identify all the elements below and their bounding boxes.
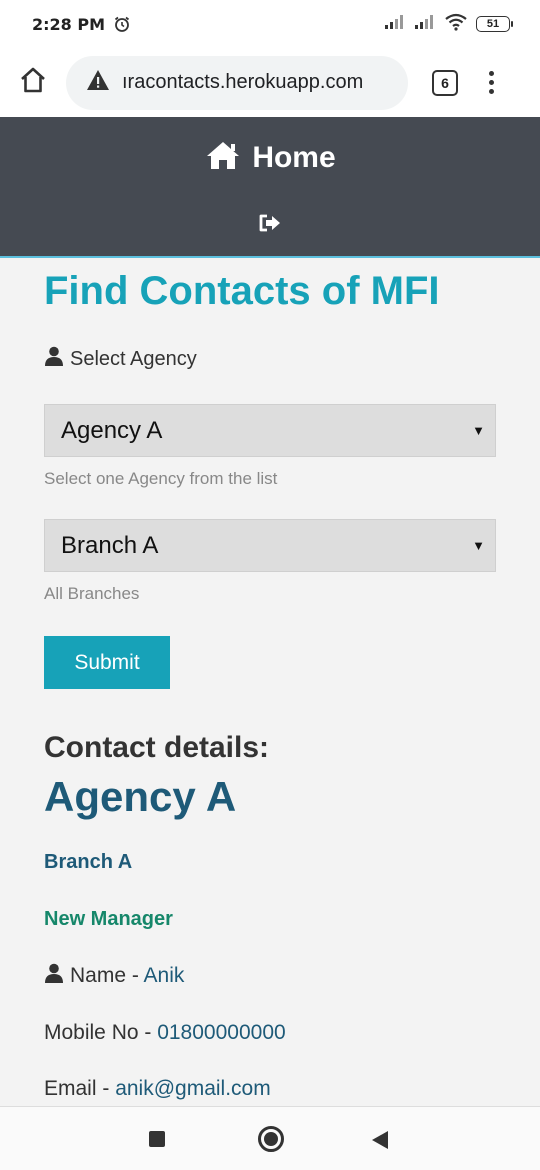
main-content: Find Contacts of MFI Select Agency Agenc… xyxy=(44,260,496,1101)
page-title: Find Contacts of MFI xyxy=(44,269,440,313)
branch-select[interactable]: Branch A ▼ xyxy=(44,519,496,572)
caret-down-icon: ▼ xyxy=(472,538,485,553)
contact-agency-name: Agency A xyxy=(44,773,237,820)
name-label: Name - xyxy=(70,964,144,987)
contact-role: New Manager xyxy=(44,908,173,930)
menu-dot xyxy=(488,80,494,85)
status-bar: 2:28 PM 51 xyxy=(0,0,540,48)
url-text: ıracontacts.herokuapp.com xyxy=(122,71,364,93)
contact-details-heading: Contact details: xyxy=(44,731,270,764)
agency-help-text: Select one Agency from the list xyxy=(44,469,278,488)
logout-button[interactable] xyxy=(0,213,540,238)
agency-select[interactable]: Agency A ▼ xyxy=(44,404,496,457)
contact-branch-name: Branch A xyxy=(44,851,133,873)
home-circle-icon[interactable] xyxy=(258,1126,284,1152)
alarm-icon xyxy=(113,15,131,33)
submit-wrapper: Submit xyxy=(44,636,496,689)
branch-select-value: Branch A xyxy=(61,531,159,559)
agency-label-text: Select Agency xyxy=(70,347,197,370)
branch-help-text: All Branches xyxy=(44,584,140,603)
email-value[interactable]: anik@gmail.com xyxy=(115,1077,271,1100)
home-icon xyxy=(204,139,242,176)
mobile-value[interactable]: 01800000000 xyxy=(157,1021,285,1044)
contact-email-line: Email - anik@gmail.com xyxy=(44,1077,496,1101)
app-navbar: Home xyxy=(0,117,540,258)
status-time: 2:28 PM xyxy=(32,14,106,34)
wifi-icon xyxy=(444,13,468,36)
menu-dot xyxy=(488,71,494,76)
recents-icon[interactable] xyxy=(149,1131,165,1147)
caret-down-icon: ▼ xyxy=(472,423,485,438)
back-icon[interactable] xyxy=(372,1131,388,1149)
address-bar[interactable]: ıracontacts.herokuapp.com xyxy=(66,55,408,110)
signal-icon xyxy=(384,14,406,35)
warning-icon xyxy=(86,69,110,96)
agency-select-value: Agency A xyxy=(61,416,163,444)
user-icon xyxy=(44,963,64,989)
agency-label: Select Agency xyxy=(44,346,496,372)
submit-button[interactable]: Submit xyxy=(44,636,170,689)
battery-icon: 51 xyxy=(476,16,513,32)
name-value: Anik xyxy=(143,964,185,987)
home-outline-icon xyxy=(19,66,47,99)
system-navigation-bar xyxy=(0,1106,540,1170)
user-icon xyxy=(44,346,64,372)
status-icons: 51 xyxy=(384,13,513,36)
nav-home-label: Home xyxy=(252,140,336,174)
signal-icon-2 xyxy=(414,14,436,35)
browser-toolbar: ıracontacts.herokuapp.com 6 xyxy=(0,48,540,117)
tab-switcher-button[interactable]: 6 xyxy=(432,69,458,96)
menu-dot xyxy=(488,89,494,94)
sign-out-icon xyxy=(258,213,282,238)
browser-home-button[interactable] xyxy=(0,48,66,117)
mobile-label: Mobile No - xyxy=(44,1021,158,1044)
contact-mobile-line: Mobile No - 01800000000 xyxy=(44,1021,496,1045)
browser-menu-button[interactable] xyxy=(486,71,496,94)
nav-home-link[interactable]: Home xyxy=(0,139,540,176)
contact-name-line: Name - Anik xyxy=(44,963,496,989)
email-label: Email - xyxy=(44,1077,116,1100)
